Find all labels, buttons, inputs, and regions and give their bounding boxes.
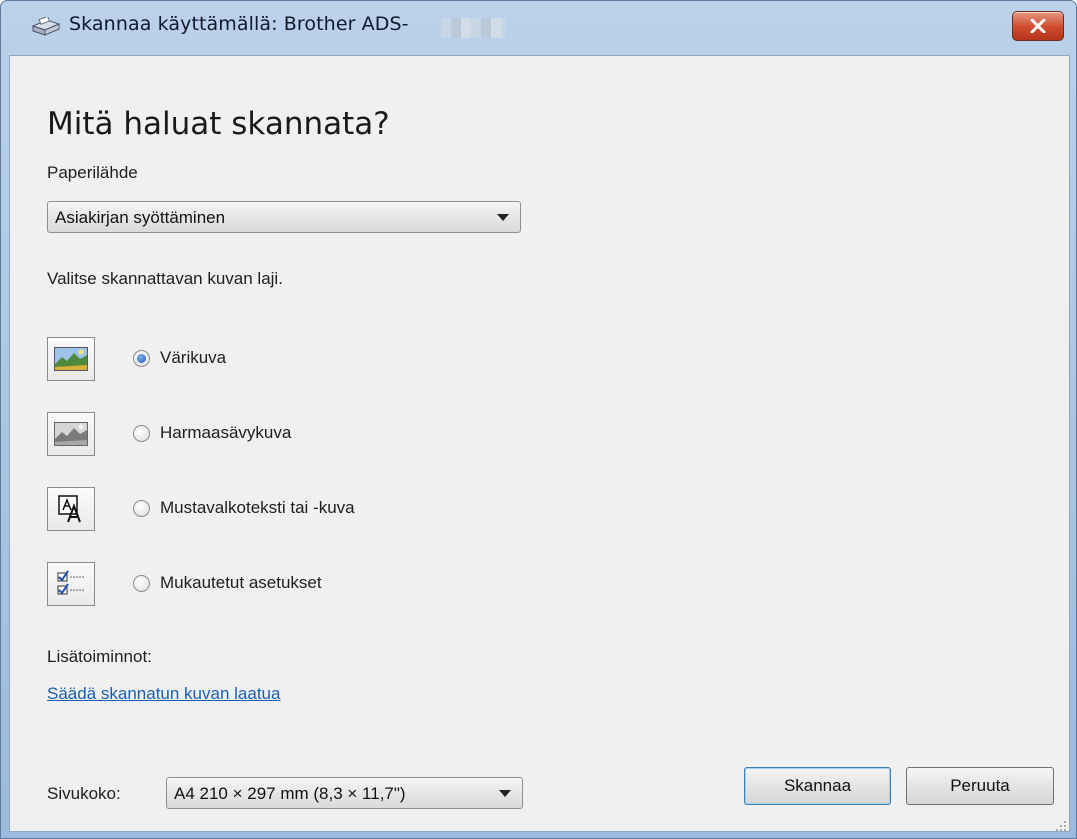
custom-settings-label: Mukautetut asetukset xyxy=(160,573,322,592)
option-custom-settings[interactable]: Mukautetut asetukset xyxy=(47,562,547,606)
color-picture-radio[interactable] xyxy=(133,350,150,367)
page-size-select[interactable]: A4 210 × 297 mm (8,3 × 11,7") xyxy=(166,777,523,809)
color-picture-label: Värikuva xyxy=(160,348,227,367)
redacted-model-number xyxy=(441,18,505,38)
black-white-text-label: Mustavalkoteksti tai -kuva xyxy=(160,498,355,517)
dialog-heading: Mitä haluat skannata? xyxy=(47,106,390,142)
scan-dialog-window: Skannaa käyttämällä: Brother ADS- Mitä h… xyxy=(0,0,1077,839)
grayscale-picture-label: Harmaasävykuva xyxy=(160,423,292,442)
option-black-white-text[interactable]: Mustavalkoteksti tai -kuva xyxy=(47,487,547,531)
black-white-text-radio[interactable] xyxy=(133,500,150,517)
resize-grip-icon[interactable] xyxy=(1055,817,1067,831)
custom-settings-icon[interactable] xyxy=(47,562,95,606)
scan-button[interactable]: Skannaa xyxy=(744,767,891,805)
close-button[interactable] xyxy=(1012,11,1064,41)
more-options-label: Lisätoiminnot: xyxy=(47,647,152,666)
title-bar[interactable]: Skannaa käyttämällä: Brother ADS- xyxy=(1,1,1076,55)
custom-settings-radio[interactable] xyxy=(133,575,150,592)
color-picture-icon[interactable] xyxy=(47,337,95,381)
grayscale-picture-radio[interactable] xyxy=(133,425,150,442)
page-size-value: A4 210 × 297 mm (8,3 × 11,7") xyxy=(174,784,406,803)
paper-source-value: Asiakirjan syöttäminen xyxy=(55,208,226,227)
grayscale-picture-icon[interactable] xyxy=(47,412,95,456)
black-white-text-icon[interactable] xyxy=(47,487,95,531)
cancel-button[interactable]: Peruuta xyxy=(906,767,1054,805)
paper-source-label: Paperilähde xyxy=(47,163,138,182)
dialog-body: Mitä haluat skannata? Paperilähde Asiaki… xyxy=(9,55,1070,832)
paper-source-select[interactable]: Asiakirjan syöttäminen xyxy=(47,201,521,233)
scanner-icon xyxy=(31,15,61,39)
image-type-prompt: Valitse skannattavan kuvan laji. xyxy=(47,269,283,288)
window-title: Skannaa käyttämällä: Brother ADS- xyxy=(69,13,409,35)
chevron-down-icon xyxy=(497,214,509,221)
close-icon xyxy=(1030,19,1046,33)
chevron-down-icon xyxy=(499,790,511,797)
option-color-picture[interactable]: Värikuva xyxy=(47,337,547,381)
page-size-label: Sivukoko: xyxy=(47,784,121,803)
option-grayscale-picture[interactable]: Harmaasävykuva xyxy=(47,412,547,456)
adjust-quality-link[interactable]: Säädä skannatun kuvan laatua xyxy=(47,684,280,704)
